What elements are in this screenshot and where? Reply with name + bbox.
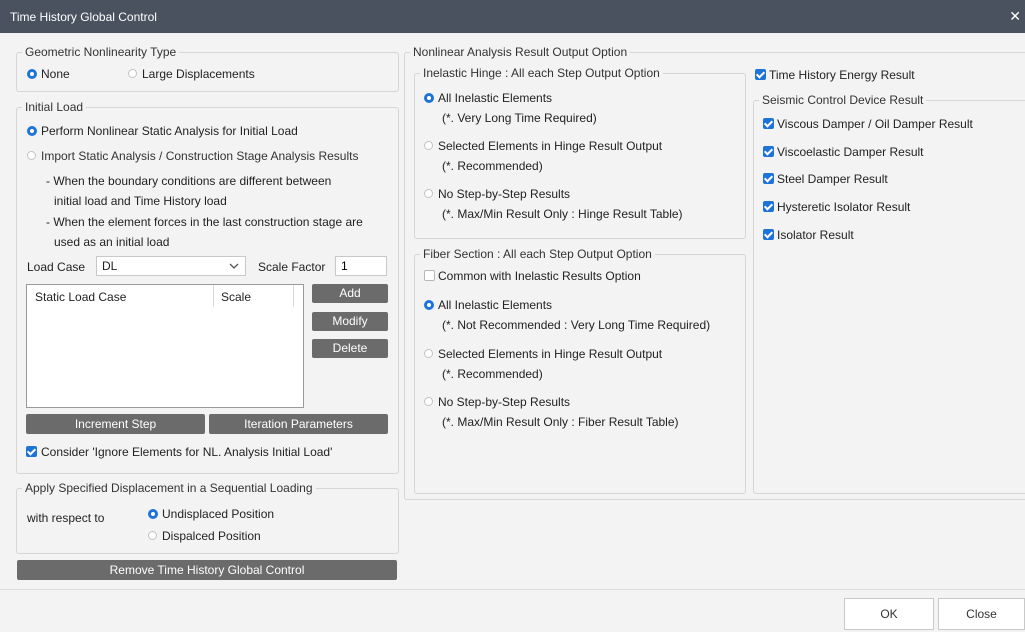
geo-large-label: Large Displacements [142,67,255,81]
seismic-label: Steel Damper Result [777,172,888,186]
load-case-label: Load Case [27,260,86,274]
seismic-label: Viscous Damper / Oil Damper Result [777,117,973,131]
fiber-selected-note: (*. Recommended) [442,367,543,381]
output-option-title: Nonlinear Analysis Result Output Option [410,45,631,59]
fiber-common-label: Common with Inelastic Results Option [438,269,641,283]
fiber-all-note: (*. Not Recommended : Very Long Time Req… [442,318,711,332]
undisplaced-radio[interactable] [148,509,158,519]
header-divider [293,285,294,307]
geometric-nonlinearity-title: Geometric Nonlinearity Type [22,45,180,59]
hinge-all-note: (*. Very Long Time Required) [442,111,597,125]
static-load-table[interactable]: Static Load Case Scale [26,284,304,408]
fiber-all-radio[interactable] [424,300,434,310]
fiber-common-checkbox[interactable] [424,270,435,281]
fiber-selected-label: Selected Elements in Hinge Result Output [438,347,663,361]
increment-step-button[interactable]: Increment Step [26,414,205,434]
displaced-radio[interactable] [148,531,157,540]
perform-static-label: Perform Nonlinear Static Analysis for In… [41,124,298,138]
note-line-3: - When the element forces in the last co… [46,215,363,229]
initial-load-title: Initial Load [22,100,87,114]
hinge-selected-radio[interactable] [424,141,433,150]
fiber-all-label: All Inelastic Elements [438,298,553,312]
dialog-footer: OK Close [0,589,1025,632]
close-button[interactable]: Close [938,598,1025,630]
seismic-checkbox[interactable] [763,173,774,184]
displacement-title: Apply Specified Displacement in a Sequen… [22,481,316,495]
hinge-all-radio[interactable] [424,93,434,103]
hinge-selected-label: Selected Elements in Hinge Result Output [438,139,663,153]
window-title: Time History Global Control [10,10,157,24]
fiber-none-note: (*. Max/Min Result Only : Fiber Result T… [442,415,679,429]
import-results-radio[interactable] [27,151,36,160]
geo-none-label: None [41,67,70,81]
seismic-label: Isolator Result [777,228,854,242]
inelastic-hinge-title: Inelastic Hinge : All each Step Output O… [420,66,663,80]
title-bar: Time History Global Control ✕ [0,0,1025,33]
note-line-2: initial load and Time History load [54,194,227,208]
seismic-checkbox[interactable] [763,146,774,157]
header-divider [213,285,214,307]
seismic-label: Hysteretic Isolator Result [777,200,911,214]
perform-static-radio[interactable] [27,126,37,136]
note-line-1: - When the boundary conditions are diffe… [46,174,332,188]
delete-button[interactable]: Delete [312,339,388,358]
undisplaced-label: Undisplaced Position [162,507,275,521]
seismic-label: Viscoelastic Damper Result [777,145,924,159]
close-icon[interactable]: ✕ [1009,8,1021,25]
fiber-selected-radio[interactable] [424,349,433,358]
seismic-checkbox[interactable] [763,201,774,212]
geo-large-radio[interactable] [128,69,137,78]
fiber-none-label: No Step-by-Step Results [438,395,571,409]
table-header-static-load-case: Static Load Case [35,290,127,304]
import-results-label: Import Static Analysis / Construction St… [41,149,359,163]
table-header-scale: Scale [221,290,252,304]
seismic-checkbox[interactable] [763,118,774,129]
note-line-4: used as an initial load [54,235,170,249]
fiber-section-title: Fiber Section : All each Step Output Opt… [420,247,655,261]
hinge-none-label: No Step-by-Step Results [438,187,571,201]
ok-button[interactable]: OK [844,598,934,630]
seismic-control-group [753,100,1025,494]
iteration-parameters-button[interactable]: Iteration Parameters [209,414,388,434]
consider-ignore-checkbox[interactable] [26,446,37,457]
hinge-all-label: All Inelastic Elements [438,91,553,105]
seismic-control-title: Seismic Control Device Result [759,93,927,107]
add-button[interactable]: Add [312,284,388,303]
displaced-label: Dispalced Position [162,529,261,543]
seismic-checkbox[interactable] [763,229,774,240]
scale-factor-input[interactable] [335,256,387,276]
chevron-down-icon [229,263,239,269]
load-case-select[interactable]: DL [96,256,246,276]
modify-button[interactable]: Modify [312,312,388,331]
remove-time-history-button[interactable]: Remove Time History Global Control [17,560,397,580]
geo-none-radio[interactable] [27,69,37,79]
load-case-value: DL [102,259,118,273]
consider-ignore-label: Consider 'Ignore Elements for NL. Analys… [41,445,333,459]
hinge-none-radio[interactable] [424,189,433,198]
hinge-selected-note: (*. Recommended) [442,159,543,173]
energy-result-label: Time History Energy Result [769,68,915,82]
energy-result-checkbox[interactable] [755,69,766,80]
hinge-none-note: (*. Max/Min Result Only : Hinge Result T… [442,207,683,221]
scale-factor-label: Scale Factor [258,260,326,274]
with-respect-label: with respect to [27,511,105,525]
fiber-none-radio[interactable] [424,397,433,406]
